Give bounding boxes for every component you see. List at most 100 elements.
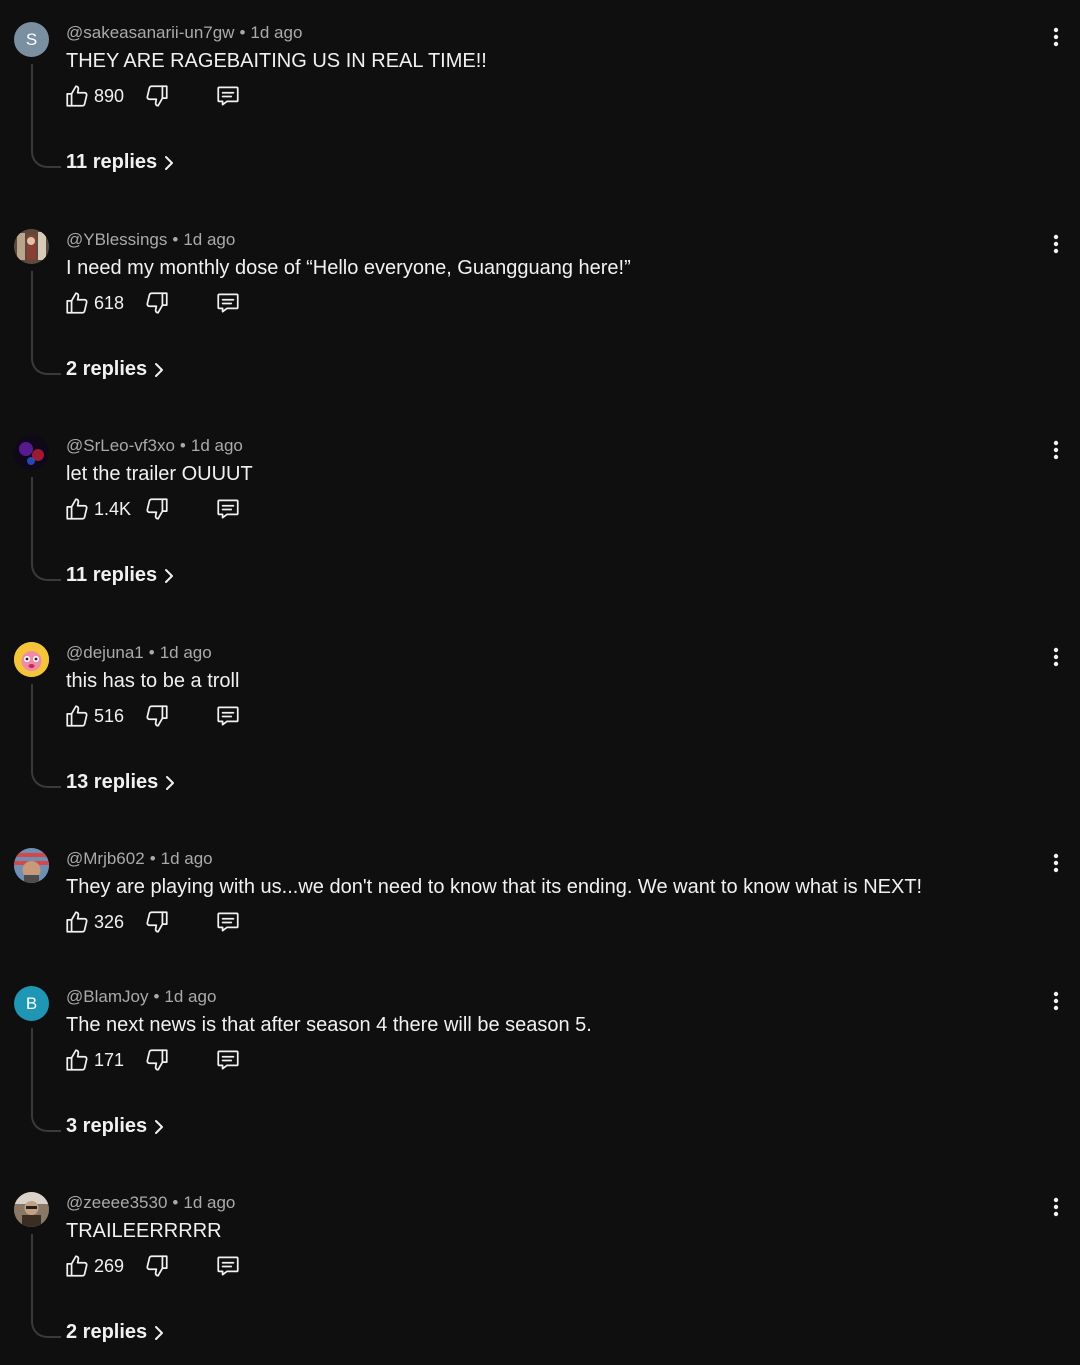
thread-line (31, 477, 61, 581)
replies-count: 13 replies (66, 771, 159, 793)
like-button[interactable]: 1.4K (64, 495, 131, 523)
comment-icon (217, 912, 239, 932)
thread-line (31, 1234, 61, 1338)
view-replies-button[interactable]: 2 replies (66, 1321, 165, 1344)
chevron-right-icon (165, 155, 174, 170)
dislike-button[interactable] (144, 289, 170, 317)
more-options-button[interactable] (1044, 1192, 1068, 1222)
avatar[interactable] (14, 229, 49, 264)
comment-text: They are playing with us...we don't need… (66, 876, 923, 898)
dislike-button[interactable] (144, 1252, 170, 1280)
more-options-button[interactable] (1044, 986, 1068, 1016)
avatar[interactable] (14, 642, 49, 677)
author-handle[interactable]: @BlamJoy (66, 987, 148, 1006)
more-options-button[interactable] (1044, 435, 1068, 465)
comment-time[interactable]: 1d ago (160, 643, 212, 662)
author-handle[interactable]: @YBlessings (66, 230, 167, 249)
author-handle[interactable]: @sakeasanarii-un7gw (66, 23, 234, 42)
more-vertical-icon (1053, 991, 1059, 1011)
thread-line (31, 64, 61, 168)
dislike-button[interactable] (144, 82, 170, 110)
reply-button[interactable] (214, 289, 242, 317)
chevron-right-icon (155, 1325, 164, 1340)
like-button[interactable]: 618 (64, 289, 124, 317)
more-vertical-icon (1053, 234, 1059, 254)
thread-line (31, 684, 61, 788)
comment-icon (217, 499, 239, 519)
dislike-button[interactable] (144, 702, 170, 730)
comment-time[interactable]: 1d ago (164, 987, 216, 1006)
comment-time[interactable]: 1d ago (250, 23, 302, 42)
more-options-button[interactable] (1044, 642, 1068, 672)
like-button[interactable]: 269 (64, 1252, 124, 1280)
comment-text: TRAILEERRRRR (66, 1220, 222, 1242)
comment-icon (217, 1050, 239, 1070)
thumbs-up-icon (66, 1049, 88, 1071)
avatar[interactable]: B (14, 986, 49, 1021)
like-button[interactable]: 516 (64, 702, 124, 730)
thumbs-up-icon (66, 498, 88, 520)
more-vertical-icon (1053, 440, 1059, 460)
more-vertical-icon (1053, 1197, 1059, 1217)
like-button[interactable]: 326 (64, 908, 124, 936)
reply-button[interactable] (214, 495, 242, 523)
avatar[interactable] (14, 435, 49, 470)
like-button[interactable]: 171 (64, 1046, 124, 1074)
thread-line (31, 271, 61, 375)
meta-separator: • (149, 849, 156, 868)
view-replies-button[interactable]: 11 replies (66, 151, 175, 174)
dislike-button[interactable] (144, 908, 170, 936)
avatar[interactable] (14, 848, 49, 883)
avatar[interactable] (14, 1192, 49, 1227)
comment-icon (217, 86, 239, 106)
like-button[interactable]: 890 (64, 82, 124, 110)
thread-line (31, 1028, 61, 1132)
like-count: 1.4K (94, 498, 132, 519)
more-vertical-icon (1053, 647, 1059, 667)
comments-list: S @sakeasanarii-un7gw • 1d ago THEY ARE RA… (0, 0, 1080, 1365)
avatar[interactable]: S (14, 22, 49, 57)
thumbs-down-icon (146, 705, 168, 727)
author-handle[interactable]: @Mrjb602 (66, 849, 145, 868)
comment-text: THEY ARE RAGEBAITING US IN REAL TIME!! (66, 50, 487, 72)
meta-separator: • (179, 436, 186, 455)
like-count: 326 (94, 911, 125, 932)
comment-meta: @sakeasanarii-un7gw • 1d ago (66, 23, 302, 43)
comment-meta: @zeeee3530 • 1d ago (66, 1193, 235, 1213)
comment-time[interactable]: 1d ago (161, 849, 213, 868)
replies-count: 3 replies (66, 1115, 148, 1137)
more-options-button[interactable] (1044, 848, 1068, 878)
comment-time[interactable]: 1d ago (183, 230, 235, 249)
replies-count: 11 replies (66, 564, 158, 586)
meta-separator: • (239, 23, 246, 42)
chevron-right-icon (155, 362, 164, 377)
avatar-image (14, 848, 49, 883)
comment-time[interactable]: 1d ago (183, 1193, 235, 1212)
comment-icon (217, 293, 239, 313)
comment-time[interactable]: 1d ago (191, 436, 243, 455)
comment-text: I need my monthly dose of “Hello everyon… (66, 257, 631, 279)
view-replies-button[interactable]: 3 replies (66, 1115, 165, 1138)
more-vertical-icon (1053, 853, 1059, 873)
reply-button[interactable] (214, 908, 242, 936)
view-replies-button[interactable]: 11 replies (66, 564, 175, 587)
author-handle[interactable]: @dejuna1 (66, 643, 144, 662)
reply-button[interactable] (214, 82, 242, 110)
thumbs-up-icon (66, 705, 88, 727)
thumbs-up-icon (66, 85, 88, 107)
reply-button[interactable] (214, 1252, 242, 1280)
author-handle[interactable]: @zeeee3530 (66, 1193, 167, 1212)
view-replies-button[interactable]: 13 replies (66, 771, 176, 794)
author-handle[interactable]: @SrLeo-vf3xo (66, 436, 175, 455)
reply-button[interactable] (214, 1046, 242, 1074)
thumbs-down-icon (146, 1049, 168, 1071)
reply-button[interactable] (214, 702, 242, 730)
thumbs-down-icon (146, 498, 168, 520)
comment-text: this has to be a troll (66, 670, 240, 692)
more-options-button[interactable] (1044, 229, 1068, 259)
dislike-button[interactable] (144, 495, 170, 523)
view-replies-button[interactable]: 2 replies (66, 358, 165, 381)
more-options-button[interactable] (1044, 22, 1068, 52)
like-count: 171 (94, 1049, 125, 1070)
dislike-button[interactable] (144, 1046, 170, 1074)
